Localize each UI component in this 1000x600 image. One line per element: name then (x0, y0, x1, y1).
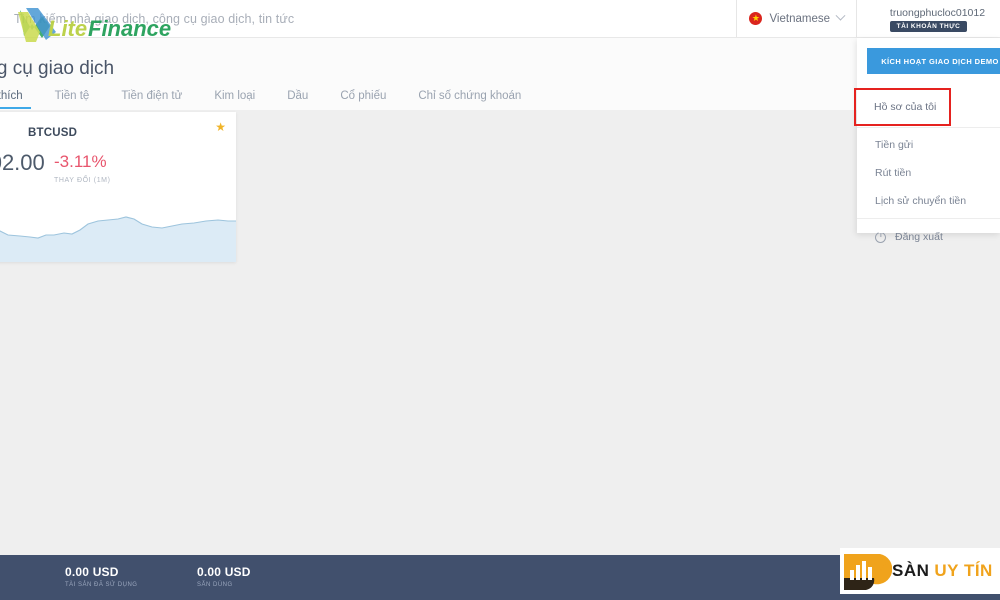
menu-item-rut-tien[interactable]: Rút tiền (857, 159, 1000, 187)
footer-stat-label: SẴN DÙNG (197, 582, 233, 588)
tab-co-phieu[interactable]: Cổ phiếu (324, 90, 402, 109)
divider (857, 218, 1000, 219)
tab-kim-loai[interactable]: Kim loại (198, 90, 271, 109)
app-root: Tìm kiếm nhà giao dịch, công cụ giao dịc… (0, 0, 1000, 600)
user-name: truongphucloc01012 (889, 7, 986, 19)
language-selector[interactable]: Vietnamese (737, 0, 856, 37)
sparkline-chart (0, 216, 236, 262)
menu-item-ho-so-cua-toi[interactable]: Hồ sơ của tôi (854, 88, 951, 126)
footer-stat-value: 0.00 USD (65, 565, 119, 579)
tab-tien-dien-tu[interactable]: Tiền điện tử (105, 90, 198, 109)
footer-stat-used: 0.00 USD TÀI SẢN ĐÃ SỬ DỤNG (65, 565, 137, 588)
page-title: Công cụ giao dịch (0, 58, 115, 79)
search-input[interactable]: Tìm kiếm nhà giao dịch, công cụ giao dịc… (0, 0, 736, 37)
language-label: Vietnamese (769, 12, 830, 25)
search-placeholder-text: Tìm kiếm nhà giao dịch, công cụ giao dịc… (14, 11, 295, 26)
vietnam-flag-icon (749, 12, 763, 25)
top-bar: Tìm kiếm nhà giao dịch, công cụ giao dịc… (0, 0, 1000, 38)
instrument-tabs: Yêu thích Tiền tệ Tiền điện tử Kim loại … (0, 90, 537, 109)
account-type-badge: TÀI KHOẢN THỰC (889, 21, 968, 32)
card-icon-group: B (0, 118, 10, 144)
account-menu-list: Hồ sơ của tôi Tiền gửi Rút tiền Lịch sử … (854, 88, 1000, 252)
power-icon (875, 231, 886, 243)
tab-dau[interactable]: Dầu (271, 90, 324, 109)
card-header: B BTCUSD ★ (0, 112, 236, 150)
footer-balance-bar: 0.00 USD TÀI SẢN ĐÃ SỬ DỤNG 0.00 USD SẴN… (0, 555, 1000, 600)
instrument-change-label: THAY ĐỔI (1M) (54, 177, 111, 184)
instrument-card-btcusd[interactable]: B BTCUSD ★ 60902.00 BÁO GIÁ -3.11% THAY … (0, 112, 236, 262)
star-icon[interactable]: ★ (215, 120, 226, 134)
instrument-price: 60902.00 (0, 150, 45, 175)
chevron-down-icon[interactable] (835, 10, 846, 21)
logout-label: Đăng xuất (895, 231, 943, 243)
tab-yeu-thich[interactable]: Yêu thích (0, 90, 39, 109)
page-header: Công cụ giao dịch Yêu thích Tiền tệ Tiền… (0, 38, 858, 110)
footer-stat-label: TÀI SẢN ĐÃ SỬ DỤNG (65, 582, 138, 588)
menu-item-lich-su-chuyen-tien[interactable]: Lịch sử chuyển tiền (857, 187, 1000, 215)
card-stats: 60902.00 BÁO GIÁ -3.11% THAY ĐỔI (1M) (0, 150, 236, 202)
activate-demo-button[interactable]: KÍCH HOẠT GIAO DỊCH DEMO (867, 48, 1000, 74)
tab-chi-so-chung-khoan[interactable]: Chỉ số chứng khoán (402, 90, 537, 109)
divider (857, 127, 1000, 128)
footer-stat-available: 0.00 USD SẴN DÙNG (197, 565, 251, 588)
instrument-symbol: BTCUSD (28, 127, 78, 139)
menu-item-tien-gui[interactable]: Tiền gửi (857, 131, 1000, 159)
account-dropdown-panel: KÍCH HOẠT GIAO DỊCH DEMO Hồ sơ của tôi T… (854, 38, 1000, 243)
account-menu-trigger[interactable]: truongphucloc01012 TÀI KHOẢN THỰC (857, 0, 1000, 37)
tab-tien-te[interactable]: Tiền tệ (39, 90, 106, 109)
footer-stat-value: 0.00 USD (197, 565, 251, 579)
instrument-change: -3.11% (54, 152, 107, 171)
menu-item-dang-xuat[interactable]: Đăng xuất (857, 222, 1000, 252)
